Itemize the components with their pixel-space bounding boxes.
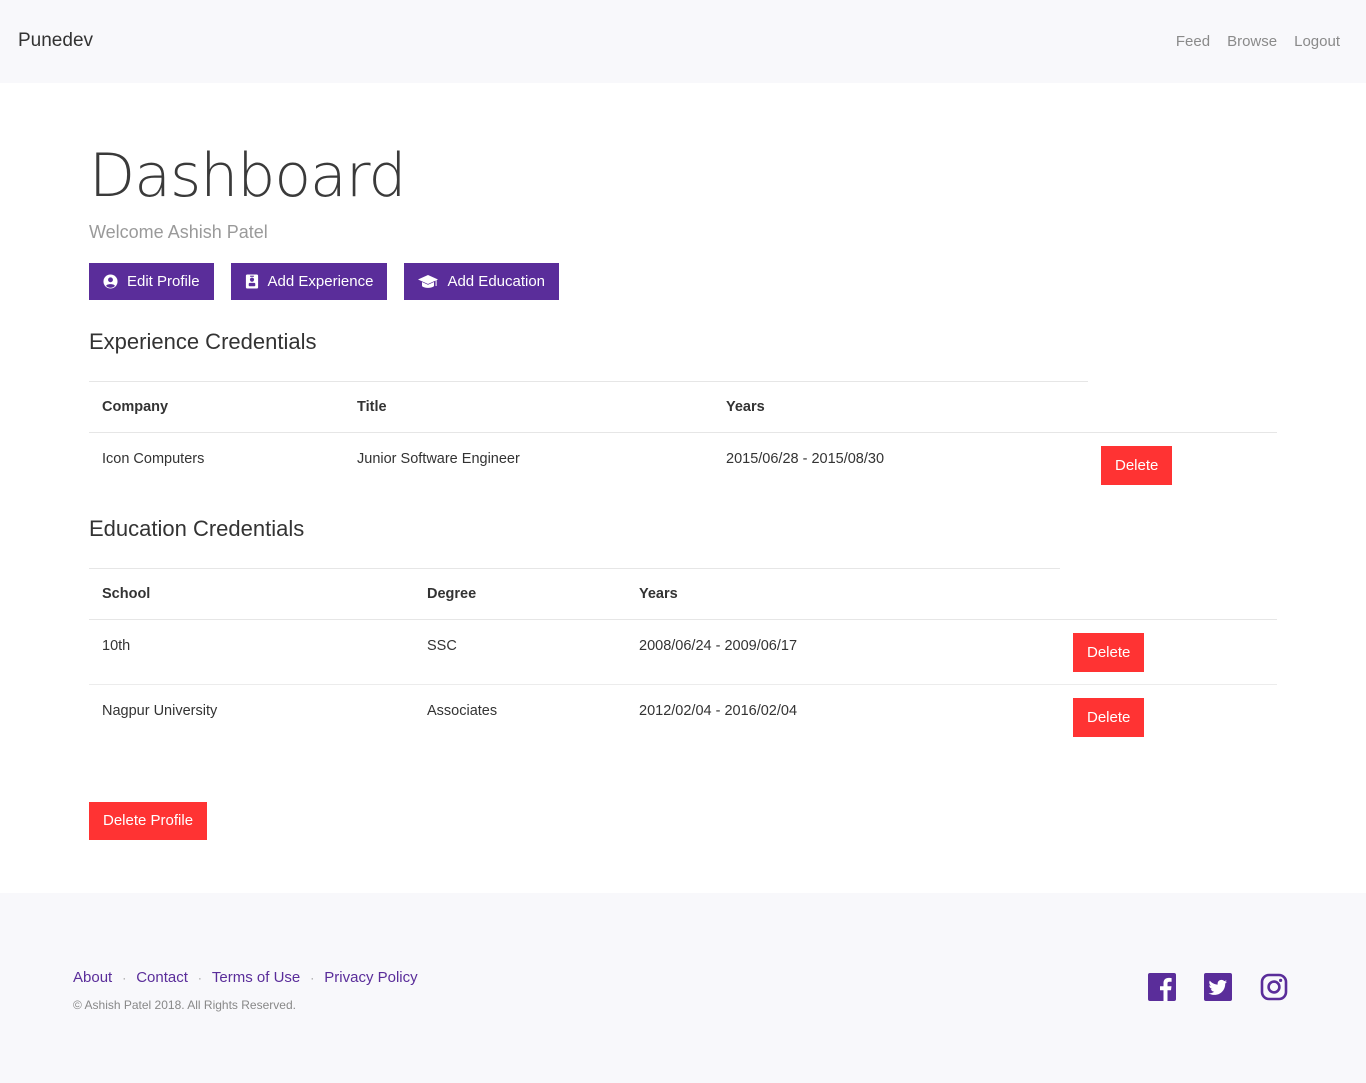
footer: About · Contact · Terms of Use · Privacy… <box>0 893 1366 1083</box>
id-badge-icon <box>245 274 258 289</box>
education-school: 10th <box>89 619 414 685</box>
edit-profile-label: Edit Profile <box>127 273 200 290</box>
footer-links: About · Contact · Terms of Use · Privacy… <box>73 969 418 986</box>
experience-heading: Experience Credentials <box>89 329 317 354</box>
table-row: Icon Computers Junior Software Engineer … <box>89 433 1277 498</box>
social-links <box>1148 973 1288 1001</box>
education-degree: Associates <box>427 703 498 719</box>
dashboard-actions: Edit Profile Add Experience Add Educatio… <box>89 263 576 300</box>
graduation-cap-icon <box>418 274 439 288</box>
footer-separator: · <box>197 970 202 985</box>
table-header-row: School Degree Years <box>89 568 1277 620</box>
nav-links: Feed Browse Logout <box>1176 33 1340 50</box>
footer-link-terms[interactable]: Terms of Use <box>212 969 300 986</box>
footer-link-about[interactable]: About <box>73 969 112 986</box>
education-degree: SSC <box>414 619 626 685</box>
experience-table: Company Title Years Icon Computers Junio… <box>89 381 1277 498</box>
education-heading: Education Credentials <box>89 516 305 541</box>
add-experience-label: Add Experience <box>267 273 374 290</box>
table-row: Nagpur University Associates 2012/02/04 … <box>89 685 1277 750</box>
column-header-degree: Degree <box>414 568 626 620</box>
footer-separator: · <box>122 970 127 985</box>
delete-profile-button[interactable]: Delete Profile <box>89 802 208 840</box>
column-header-action <box>1060 568 1277 620</box>
column-header-years: Years <box>713 381 1088 433</box>
copyright-text: © Ashish Patel 2018. All Rights Reserved… <box>73 998 296 1012</box>
add-experience-button[interactable]: Add Experience <box>230 263 388 300</box>
page-title: Dashboard <box>89 141 407 211</box>
nav-link-browse[interactable]: Browse <box>1227 33 1277 50</box>
footer-link-contact[interactable]: Contact <box>136 969 188 986</box>
experience-company: Icon Computers <box>102 451 205 467</box>
education-years: 2008/06/24 - 2009/06/17 <box>626 619 1060 685</box>
column-header-years: Years <box>626 568 1060 620</box>
footer-separator: · <box>310 970 315 985</box>
table-row: 10th SSC 2008/06/24 - 2009/06/17 Delete <box>89 619 1277 685</box>
column-header-action <box>1088 381 1277 433</box>
column-header-school: School <box>89 568 414 620</box>
education-years: 2012/02/04 - 2016/02/04 <box>639 703 798 719</box>
navbar: Punedev Feed Browse Logout <box>0 0 1366 83</box>
add-education-label: Add Education <box>447 273 546 290</box>
nav-link-logout[interactable]: Logout <box>1294 33 1340 50</box>
experience-years: 2015/06/28 - 2015/08/30 <box>726 451 885 467</box>
delete-experience-button[interactable]: Delete <box>1101 446 1173 485</box>
delete-education-button[interactable]: Delete <box>1073 633 1145 672</box>
column-header-company: Company <box>89 381 344 433</box>
welcome-text: Welcome Ashish Patel <box>89 222 268 242</box>
instagram-icon[interactable] <box>1260 973 1288 1001</box>
nav-link-feed[interactable]: Feed <box>1176 33 1210 50</box>
add-education-button[interactable]: Add Education <box>404 263 560 300</box>
experience-title: Junior Software Engineer <box>357 451 520 467</box>
column-header-title: Title <box>344 381 713 433</box>
user-circle-icon <box>103 274 118 289</box>
delete-education-button[interactable]: Delete <box>1073 698 1145 737</box>
dashboard-container: Dashboard Welcome Ashish Patel Edit Prof… <box>89 140 1277 840</box>
footer-link-privacy[interactable]: Privacy Policy <box>324 969 417 986</box>
table-header-row: Company Title Years <box>89 381 1277 433</box>
education-school: Nagpur University <box>102 703 218 719</box>
edit-profile-button[interactable]: Edit Profile <box>89 263 214 300</box>
experience-action-cell: Delete <box>1088 433 1277 498</box>
twitter-icon[interactable] <box>1204 973 1232 1001</box>
education-table: School Degree Years 10th SSC 2008/06/24 … <box>89 568 1277 750</box>
education-action-cell: Delete <box>1060 685 1277 750</box>
facebook-icon[interactable] <box>1148 973 1176 1001</box>
education-action-cell: Delete <box>1060 619 1277 685</box>
brand-link[interactable]: Punedev <box>18 30 93 52</box>
